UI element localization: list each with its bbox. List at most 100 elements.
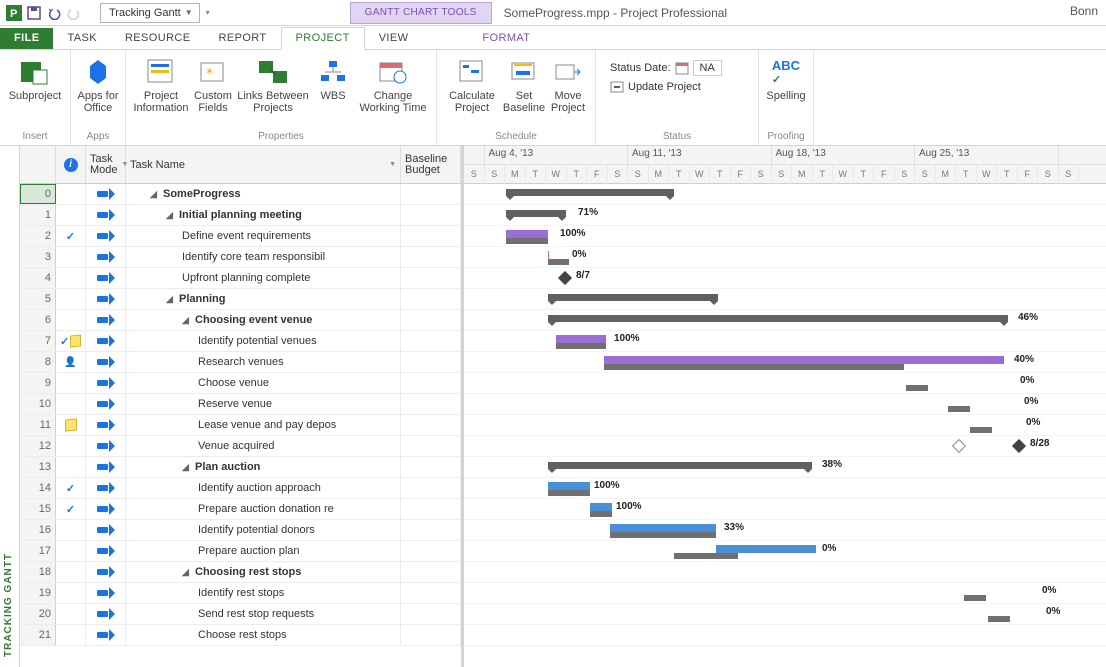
row-id[interactable]: 8 (20, 352, 56, 372)
row-baseline[interactable] (401, 604, 461, 624)
change-working-time-button[interactable]: Change Working Time (356, 54, 430, 116)
row-id[interactable]: 10 (20, 394, 56, 414)
row-task-name[interactable]: Define event requirements (126, 226, 401, 246)
row-baseline[interactable] (401, 226, 461, 246)
row-id[interactable]: 18 (20, 562, 56, 582)
row-task-name[interactable]: Identify rest stops (126, 583, 401, 603)
gantt-row[interactable]: 0% (464, 373, 1106, 394)
table-row[interactable]: 12 Venue acquired (20, 436, 461, 457)
row-baseline[interactable] (401, 415, 461, 435)
row-id[interactable]: 1 (20, 205, 56, 225)
row-baseline[interactable] (401, 541, 461, 561)
apps-for-office-button[interactable]: Apps for Office (77, 54, 119, 116)
collapse-icon[interactable]: ◢ (182, 315, 192, 325)
row-baseline[interactable] (401, 394, 461, 414)
row-id[interactable]: 4 (20, 268, 56, 288)
row-id[interactable]: 21 (20, 625, 56, 645)
row-task-name[interactable]: Send rest stop requests (126, 604, 401, 624)
collapse-icon[interactable]: ◢ (182, 567, 192, 577)
calculate-project-button[interactable]: Calculate Project (443, 54, 501, 116)
gantt-row[interactable]: 0% (464, 541, 1106, 562)
col-task-name[interactable]: Task Name▼ (126, 146, 401, 183)
gantt-row[interactable] (464, 625, 1106, 646)
collapse-icon[interactable]: ◢ (182, 462, 192, 472)
move-project-button[interactable]: Move Project (547, 54, 589, 116)
row-id[interactable]: 15 (20, 499, 56, 519)
col-id[interactable] (20, 146, 56, 183)
row-baseline[interactable] (401, 247, 461, 267)
row-baseline[interactable] (401, 331, 461, 351)
row-task-name[interactable]: ◢Planning (126, 289, 401, 309)
table-row[interactable]: 20 Send rest stop requests (20, 604, 461, 625)
row-id[interactable]: 7 (20, 331, 56, 351)
gantt-row[interactable]: 8/7 (464, 268, 1106, 289)
tab-report[interactable]: REPORT (205, 28, 281, 49)
row-task-name[interactable]: Reserve venue (126, 394, 401, 414)
gantt-row[interactable]: 0% (464, 415, 1106, 436)
project-information-button[interactable]: Project Information (132, 54, 190, 116)
table-row[interactable]: 19Identify rest stops (20, 583, 461, 604)
row-baseline[interactable] (401, 184, 461, 204)
tab-resource[interactable]: RESOURCE (111, 28, 205, 49)
undo-icon[interactable] (46, 5, 62, 21)
redo-icon[interactable] (66, 5, 82, 21)
row-baseline[interactable] (401, 436, 461, 456)
gantt-row[interactable]: 100% (464, 499, 1106, 520)
gantt-row[interactable]: 100% (464, 226, 1106, 247)
gantt-chart[interactable]: Aug 4, '13Aug 11, '13Aug 18, '13Aug 25, … (464, 146, 1106, 667)
row-baseline[interactable] (401, 520, 461, 540)
row-baseline[interactable] (401, 583, 461, 603)
row-id[interactable]: 11 (20, 415, 56, 435)
qat-customize-icon[interactable]: ▾ (206, 8, 210, 17)
table-row[interactable]: 15✓Prepare auction donation re (20, 499, 461, 520)
row-task-name[interactable]: Upfront planning complete (126, 268, 401, 288)
gantt-row[interactable]: 0% (464, 604, 1106, 625)
collapse-icon[interactable]: ◢ (166, 294, 176, 304)
row-baseline[interactable] (401, 373, 461, 393)
collapse-icon[interactable]: ◢ (150, 189, 160, 199)
row-id[interactable]: 12 (20, 436, 56, 456)
table-row[interactable]: 8👤Research venues (20, 352, 461, 373)
row-task-name[interactable]: Prepare auction donation re (126, 499, 401, 519)
col-indicators[interactable]: i (56, 146, 86, 183)
gantt-row[interactable]: 40% (464, 352, 1106, 373)
row-id[interactable]: 20 (20, 604, 56, 624)
tab-project[interactable]: PROJECT (281, 27, 365, 50)
table-row[interactable]: 9Choose venue (20, 373, 461, 394)
row-task-name[interactable]: Identify potential donors (126, 520, 401, 540)
row-id[interactable]: 13 (20, 457, 56, 477)
row-baseline[interactable] (401, 562, 461, 582)
wbs-button[interactable]: WBS (312, 54, 354, 116)
gantt-row[interactable]: 100% (464, 331, 1106, 352)
row-baseline[interactable] (401, 352, 461, 372)
gantt-row[interactable]: 0% (464, 394, 1106, 415)
row-task-name[interactable]: ◢Plan auction (126, 457, 401, 477)
row-task-name[interactable]: Lease venue and pay depos (126, 415, 401, 435)
gantt-row[interactable]: 0% (464, 583, 1106, 604)
tab-task[interactable]: TASK (53, 28, 111, 49)
links-between-button[interactable]: Links Between Projects (236, 54, 310, 116)
row-task-name[interactable]: ◢Choosing rest stops (126, 562, 401, 582)
subproject-button[interactable]: Subproject (6, 54, 64, 104)
gantt-row[interactable]: 33% (464, 520, 1106, 541)
status-date-value[interactable]: NA (693, 60, 722, 76)
table-row[interactable]: 14✓Identify auction approach (20, 478, 461, 499)
set-baseline-button[interactable]: Set Baseline (503, 54, 545, 116)
table-row[interactable]: 21Choose rest stops (20, 625, 461, 646)
row-baseline[interactable] (401, 289, 461, 309)
row-id[interactable]: 6 (20, 310, 56, 330)
view-selector[interactable]: Tracking Gantt ▼ (100, 3, 200, 23)
row-id[interactable]: 2 (20, 226, 56, 246)
tab-view[interactable]: VIEW (365, 28, 423, 49)
gantt-row[interactable]: 71% (464, 205, 1106, 226)
table-row[interactable]: 1◢Initial planning meeting (20, 205, 461, 226)
row-baseline[interactable] (401, 499, 461, 519)
table-row[interactable]: 2✓Define event requirements (20, 226, 461, 247)
custom-fields-button[interactable]: ✶ Custom Fields (192, 54, 234, 116)
table-row[interactable]: 6◢Choosing event venue (20, 310, 461, 331)
gantt-row[interactable]: 8/28 (464, 436, 1106, 457)
tab-file[interactable]: FILE (0, 28, 53, 49)
row-task-name[interactable]: Research venues (126, 352, 401, 372)
row-task-name[interactable]: Venue acquired (126, 436, 401, 456)
update-project-button[interactable]: Update Project (610, 80, 744, 94)
